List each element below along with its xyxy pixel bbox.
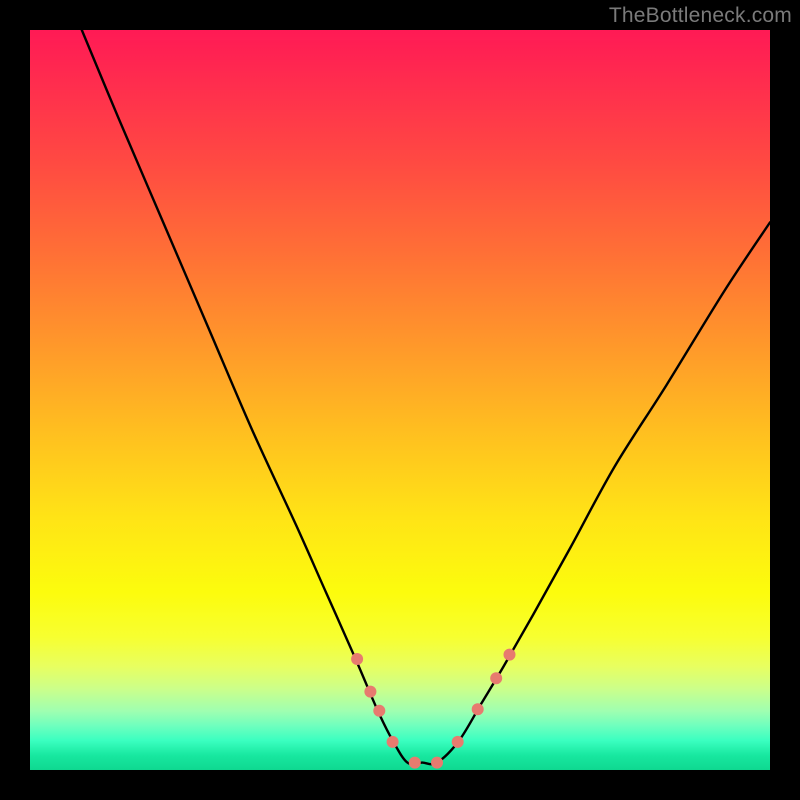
marker-group bbox=[351, 649, 515, 769]
marker-dot bbox=[504, 649, 516, 661]
marker-dot bbox=[490, 672, 502, 684]
marker-dot bbox=[373, 705, 385, 717]
marker-dot bbox=[452, 736, 464, 748]
watermark-text: TheBottleneck.com bbox=[609, 4, 792, 28]
marker-dot bbox=[409, 757, 421, 769]
marker-dot bbox=[364, 686, 376, 698]
chart-svg bbox=[30, 30, 770, 770]
marker-dot bbox=[431, 757, 443, 769]
plot-area bbox=[30, 30, 770, 770]
curve-line bbox=[82, 30, 770, 764]
chart-frame: TheBottleneck.com bbox=[0, 0, 800, 800]
marker-dot bbox=[351, 653, 363, 665]
marker-dot bbox=[472, 703, 484, 715]
marker-dot bbox=[387, 736, 399, 748]
